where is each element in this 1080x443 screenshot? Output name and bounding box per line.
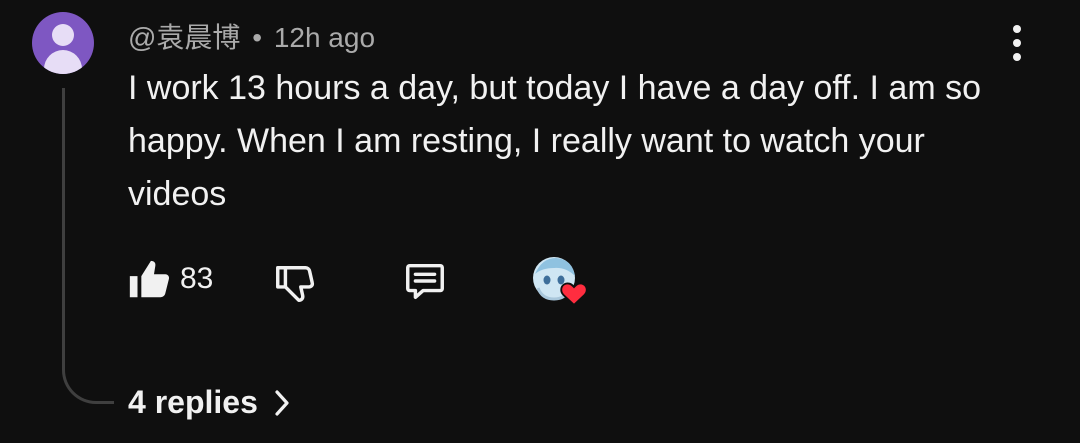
replies-label: 4 replies (128, 384, 258, 420)
comment-time[interactable]: 12h ago (274, 22, 375, 53)
thread-connector-line (62, 88, 114, 404)
thumbs-down-icon (276, 266, 315, 303)
dislike-button[interactable] (272, 262, 318, 308)
view-replies-button[interactable]: 4 replies (128, 384, 292, 421)
like-count: 83 (180, 262, 214, 295)
creator-heart-badge[interactable] (532, 256, 588, 307)
meta-separator: • (252, 22, 263, 53)
author-avatar[interactable] (32, 12, 94, 74)
reply-button[interactable] (402, 258, 448, 304)
more-vert-icon[interactable] (1000, 22, 1034, 64)
avatar-shoulders (44, 50, 82, 74)
comment-icon (406, 263, 444, 300)
comment-text: I work 13 hours a day, but today I have … (128, 69, 982, 213)
comment-meta: @袁晨博 • 12h ago (128, 16, 375, 56)
thumbs-up-icon (129, 260, 170, 298)
heart-icon (560, 282, 588, 307)
chevron-right-icon (275, 389, 289, 416)
like-button[interactable] (126, 257, 172, 303)
avatar-head (52, 24, 74, 46)
author-name[interactable]: @袁晨博 (128, 22, 240, 53)
